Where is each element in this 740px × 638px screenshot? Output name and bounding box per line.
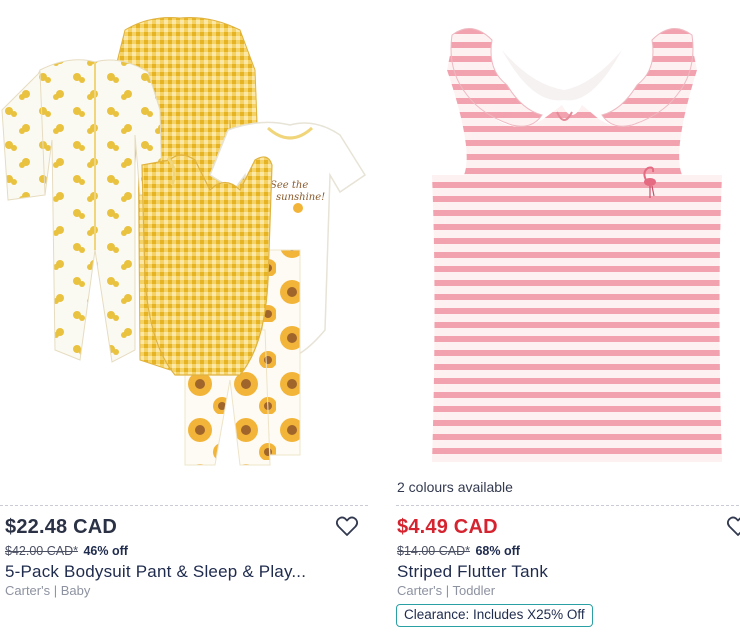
divider	[396, 505, 740, 506]
product-title[interactable]: 5-Pack Bodysuit Pant & Sleep & Play...	[5, 562, 306, 582]
product-brand: Carter's | Baby	[5, 583, 91, 598]
product-image[interactable]: See the sunshine!	[0, 0, 372, 470]
colours-available: 2 colours available	[397, 479, 513, 495]
was-price: $42.00 CAD*	[5, 544, 78, 558]
product-card[interactable]: See the sunshine! $22.48 CAD $42.00 CAD*…	[0, 0, 372, 638]
svg-text:sunshine!: sunshine!	[276, 192, 325, 203]
heart-icon[interactable]	[726, 515, 740, 537]
clearance-badge: Clearance: Includes X25% Off	[396, 604, 593, 627]
svg-text:See the: See the	[270, 180, 308, 191]
product-card[interactable]: 2 colours available $4.49 CAD $14.00 CAD…	[392, 0, 740, 638]
was-price: $14.00 CAD*	[397, 544, 470, 558]
discount-percent: 46% off	[83, 544, 128, 558]
product-image[interactable]	[392, 0, 740, 470]
product-price: $4.49 CAD	[397, 516, 498, 538]
product-title[interactable]: Striped Flutter Tank	[397, 562, 548, 582]
price-comparison: $42.00 CAD* 46% off	[5, 544, 128, 558]
product-brand: Carter's | Toddler	[397, 583, 496, 598]
discount-percent: 68% off	[475, 544, 520, 558]
divider	[0, 505, 368, 506]
price-comparison: $14.00 CAD* 68% off	[397, 544, 520, 558]
heart-icon[interactable]	[335, 515, 359, 537]
product-price: $22.48 CAD	[5, 516, 118, 538]
baby-clothes-set-image: See the sunshine!	[1, 17, 367, 466]
striped-tank-image	[432, 28, 722, 462]
